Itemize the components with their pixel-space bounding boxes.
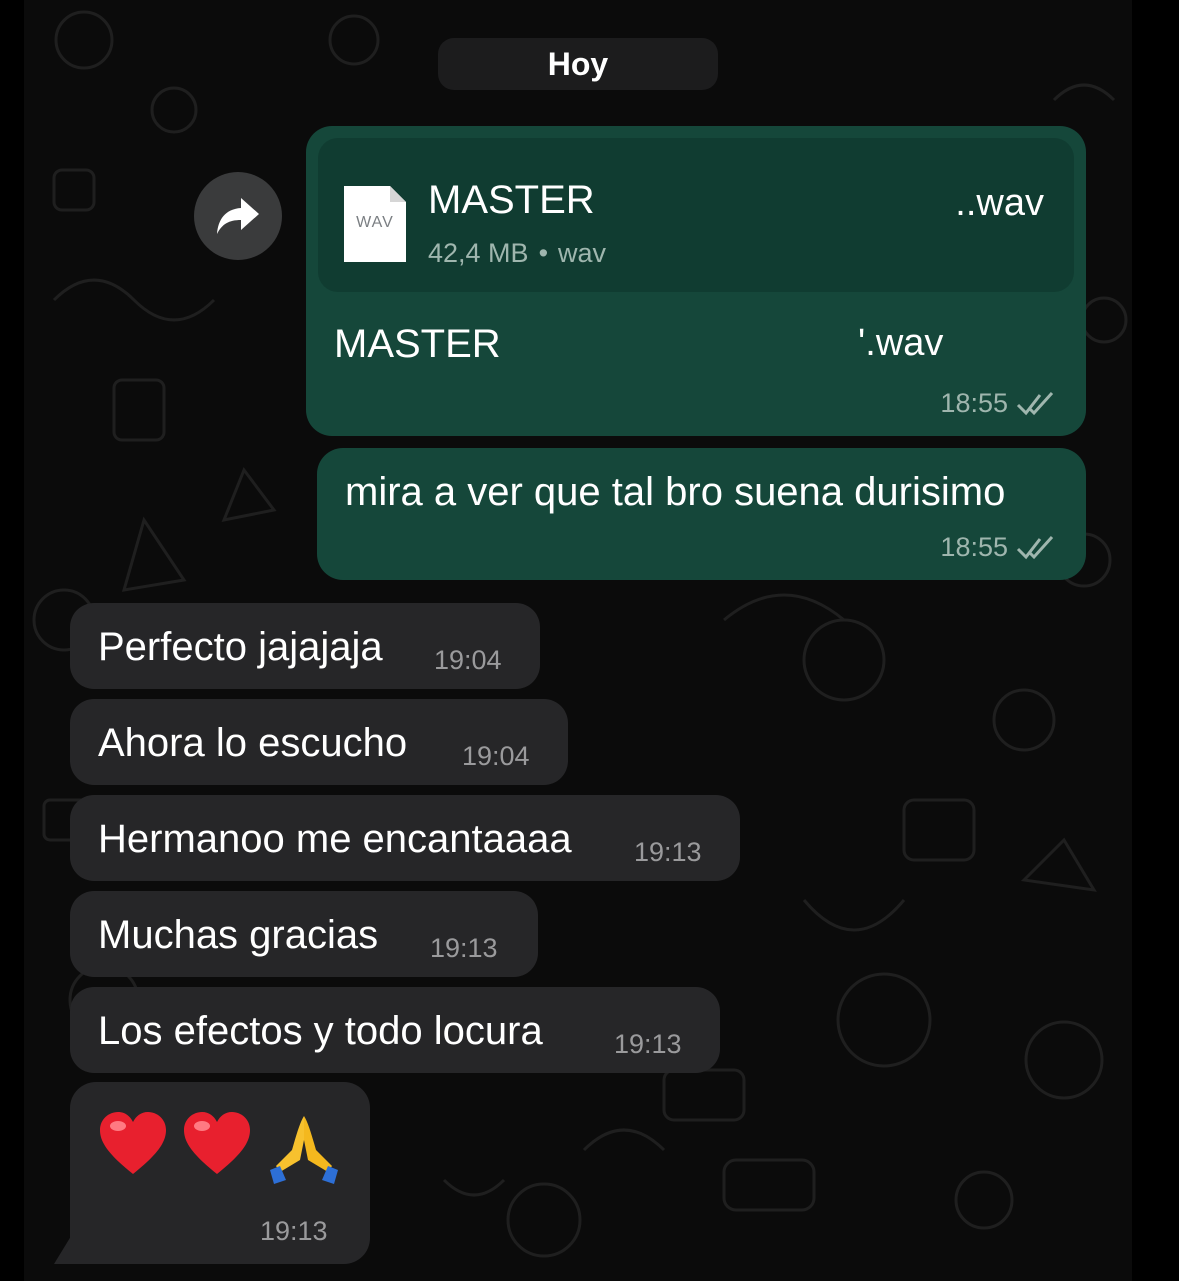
meta-separator-dot: • bbox=[538, 238, 549, 268]
message-meta: 18:55 bbox=[940, 388, 1056, 419]
message-text: Hermanoo me encantaaaa bbox=[98, 817, 572, 861]
file-attachment-card[interactable]: WAV MASTER ..wav 42,4 MB • wav bbox=[318, 138, 1074, 292]
file-size: 42,4 MB bbox=[428, 238, 529, 268]
file-caption: MASTER bbox=[334, 322, 501, 366]
chat-view: Hoy WAV MASTER ..wav 42,4 MB • wav MASTER … bbox=[24, 0, 1132, 1281]
file-type: wav bbox=[558, 238, 607, 268]
message-time: 19:13 bbox=[430, 933, 498, 963]
file-name-extension: ..wav bbox=[955, 182, 1044, 224]
file-meta: 42,4 MB • wav bbox=[428, 238, 606, 269]
outgoing-file-message[interactable]: WAV MASTER ..wav 42,4 MB • wav MASTER '.wa… bbox=[306, 126, 1086, 436]
incoming-message[interactable]: Muchas gracias 19:13 bbox=[70, 891, 538, 977]
file-name: MASTER bbox=[428, 178, 595, 222]
red-heart-icon bbox=[184, 1112, 250, 1174]
incoming-message[interactable]: Perfecto jajajaja 19:04 bbox=[70, 603, 540, 689]
message-text: Los efectos y todo locura bbox=[98, 1009, 543, 1053]
emoji-row bbox=[98, 1110, 342, 1186]
incoming-message[interactable]: Hermanoo me encantaaaa 19:13 bbox=[70, 795, 740, 881]
double-check-icon bbox=[1016, 535, 1054, 559]
incoming-message[interactable]: Los efectos y todo locura 19:13 bbox=[70, 987, 720, 1073]
forward-arrow-icon bbox=[217, 198, 259, 234]
date-separator: Hoy bbox=[438, 38, 718, 90]
message-time: 19:13 bbox=[634, 837, 702, 867]
message-text: Muchas gracias bbox=[98, 913, 379, 957]
wav-file-icon: WAV bbox=[344, 186, 406, 262]
message-text: Perfecto jajajaja bbox=[98, 625, 383, 669]
file-caption-extension: '.wav bbox=[858, 322, 944, 364]
double-check-icon bbox=[1016, 391, 1054, 415]
message-meta: 18:55 bbox=[940, 532, 1056, 563]
outgoing-text-message[interactable]: mira a ver que tal bro suena durisimo 18… bbox=[317, 448, 1086, 580]
message-time: 18:55 bbox=[940, 388, 1008, 418]
message-text: mira a ver que tal bro suena durisimo bbox=[345, 470, 1006, 514]
incoming-emoji-message[interactable]: 19:13 bbox=[70, 1082, 370, 1264]
message-time: 19:04 bbox=[434, 645, 502, 675]
incoming-message[interactable]: Ahora lo escucho 19:04 bbox=[70, 699, 568, 785]
message-text: Ahora lo escucho bbox=[98, 721, 408, 765]
file-icon-label: WAV bbox=[356, 214, 394, 231]
message-time: 19:04 bbox=[462, 741, 530, 771]
folded-hands-icon bbox=[270, 1116, 338, 1184]
forward-button[interactable] bbox=[194, 172, 282, 260]
message-time: 19:13 bbox=[614, 1029, 682, 1059]
message-time: 19:13 bbox=[260, 1216, 328, 1246]
red-heart-icon bbox=[100, 1112, 166, 1174]
message-time: 18:55 bbox=[940, 532, 1008, 562]
